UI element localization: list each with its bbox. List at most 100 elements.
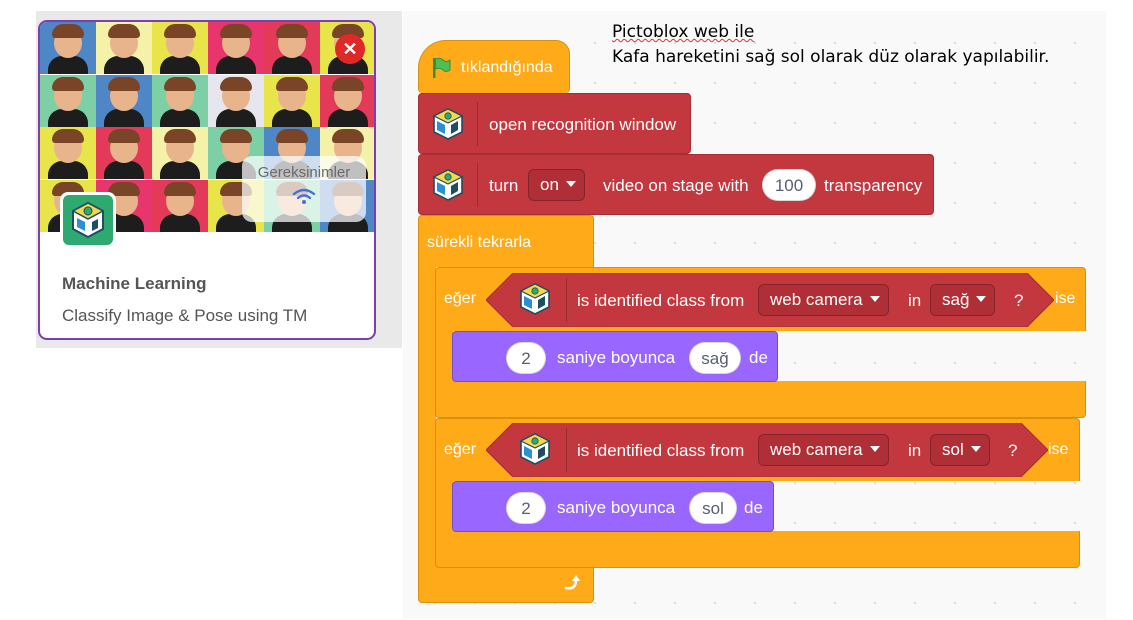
thumbnail-tile <box>40 22 96 74</box>
block-divider <box>566 278 567 322</box>
avatar-hair <box>332 129 364 143</box>
avatar-hair <box>276 24 308 38</box>
avatar-shirt <box>216 56 256 74</box>
thumbnail-tile <box>208 22 264 74</box>
question-mark: ? <box>1014 291 1024 310</box>
annotation-note: Pictoblox web ile Kafa hareketini sağ so… <box>612 20 1049 70</box>
in-label: in <box>908 441 922 460</box>
avatar-hair <box>220 24 252 38</box>
requirements-label: Gereksinimler <box>257 164 351 181</box>
avatar-shirt <box>104 161 144 179</box>
say-end-label: de <box>749 348 768 367</box>
block-divider <box>477 102 478 146</box>
transparency-label: transparency <box>824 176 923 195</box>
avatar-hair <box>52 129 84 143</box>
question-mark: ? <box>1008 441 1018 460</box>
thumbnail-tile <box>40 127 96 179</box>
transparency-input[interactable]: 100 <box>762 169 816 201</box>
when-flag-clicked-block[interactable]: tıklandığında <box>418 40 570 93</box>
say-for-secs-block-2[interactable]: 2 saniye boyunca sol de <box>452 481 774 532</box>
if-block-1[interactable]: eğer is identified class from web camera… <box>435 267 1086 331</box>
video-state-dropdown[interactable]: on <box>528 169 585 201</box>
thumbnail-tile <box>152 22 208 74</box>
avatar-hair <box>276 129 308 143</box>
thumbnail-tile <box>320 74 374 127</box>
avatar-hair <box>108 76 140 91</box>
avatar-shirt <box>328 108 368 127</box>
avatar-hair <box>164 129 196 143</box>
condition-label: is identified class from <box>577 441 745 460</box>
close-icon[interactable]: ✕ <box>335 34 365 64</box>
class-value: sağ <box>942 290 970 309</box>
ml-extension-icon <box>518 282 552 316</box>
class-dropdown[interactable]: sağ <box>930 284 996 316</box>
requirements-badge: Gereksinimler <box>242 156 366 222</box>
forever-label: sürekli tekrarla <box>427 234 532 251</box>
source-value: web camera <box>770 290 863 309</box>
if-block-2[interactable]: eğer is identified class from web camera… <box>435 418 1080 481</box>
extension-logo-icon <box>60 192 116 248</box>
avatar-hair <box>164 181 196 196</box>
forever-loop-bottom[interactable] <box>418 567 594 603</box>
source-dropdown[interactable]: web camera <box>758 284 889 316</box>
avatar-hair <box>52 24 84 38</box>
if-block-1-bottom <box>435 381 1086 418</box>
avatar-shirt <box>104 108 144 127</box>
if-block-2-bottom <box>435 531 1080 568</box>
forever-loop-top[interactable]: sürekli tekrarla <box>418 215 594 267</box>
avatar-shirt <box>48 161 88 179</box>
avatar-shirt <box>160 108 200 127</box>
class-dropdown[interactable]: sol <box>930 434 990 466</box>
chevron-down-icon <box>970 445 981 452</box>
thumbnail-tile <box>264 74 320 127</box>
avatar-hair <box>220 129 252 143</box>
ml-extension-icon <box>431 168 465 202</box>
turn-video-block[interactable]: turn on video on stage with 100 transpar… <box>418 154 934 215</box>
chevron-down-icon <box>976 295 987 302</box>
open-recognition-window-block[interactable]: open recognition window <box>418 93 691 154</box>
thumbnail-tile <box>152 179 208 232</box>
avatar-shirt <box>272 108 312 127</box>
note-line-1: Pictoblox web ile <box>612 22 755 42</box>
forever-loop-arm <box>418 266 436 568</box>
avatar-hair <box>332 76 364 91</box>
if-label: eğer <box>444 290 477 307</box>
source-dropdown[interactable]: web camera <box>758 434 889 466</box>
open-window-label: open recognition window <box>489 115 677 134</box>
turn-label: turn <box>489 176 519 195</box>
source-value: web camera <box>770 440 863 459</box>
thumbnail-tile <box>152 74 208 127</box>
green-flag-icon <box>433 57 451 78</box>
avatar-hair <box>164 24 196 38</box>
avatar-hair <box>276 76 308 91</box>
avatar-shirt <box>272 56 312 74</box>
if-label: eğer <box>444 441 477 458</box>
chevron-down-icon <box>565 180 576 187</box>
extension-card[interactable]: ✕ Gereksinimler Machine Learning Classif… <box>38 20 376 340</box>
say-for-secs-block-1[interactable]: 2 saniye boyunca sağ de <box>452 331 778 382</box>
thumbnail-tile <box>96 22 152 74</box>
avatar-hair <box>52 76 84 91</box>
say-text-input[interactable]: sol <box>689 492 737 524</box>
say-seconds-input[interactable]: 2 <box>506 492 546 524</box>
avatar-shirt <box>160 213 200 232</box>
thumbnail-tile <box>96 74 152 127</box>
hat-label: tıklandığında <box>461 59 553 76</box>
avatar-hair <box>108 24 140 38</box>
avatar-hair <box>108 129 140 143</box>
say-text-input[interactable]: sağ <box>689 342 741 374</box>
video-state-value: on <box>540 175 559 194</box>
wifi-icon <box>292 188 316 204</box>
avatar-shirt <box>48 56 88 74</box>
if-block-1-arm <box>435 330 453 382</box>
video-label: video on stage with <box>603 176 749 195</box>
avatar-shirt <box>48 108 88 127</box>
avatar-hair <box>220 76 252 91</box>
say-seconds-input[interactable]: 2 <box>506 342 546 374</box>
class-value: sol <box>942 440 964 459</box>
avatar-shirt <box>104 56 144 74</box>
chevron-down-icon <box>869 295 880 302</box>
thumbnail-tile <box>40 74 96 127</box>
thumbnail-tile <box>264 22 320 74</box>
extension-title: Machine Learning <box>62 274 207 293</box>
